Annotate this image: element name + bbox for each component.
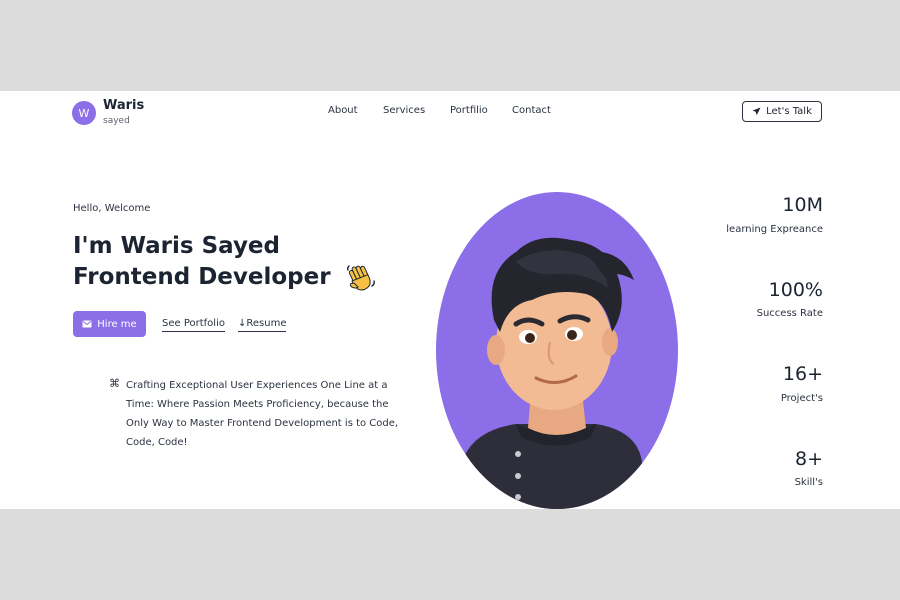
nav-item-contact[interactable]: Contact xyxy=(512,105,551,116)
hire-me-label: Hire me xyxy=(97,318,137,330)
stat-value-experience: 10M xyxy=(782,194,823,216)
nav-item-portfolio[interactable]: Portfilio xyxy=(450,105,488,116)
lets-talk-button[interactable]: Let's Talk xyxy=(742,101,822,122)
resume-label: Resume xyxy=(246,318,287,329)
stat-value-projects: 16+ xyxy=(782,363,823,385)
brand-name[interactable]: Waris xyxy=(103,98,144,113)
nav-item-services[interactable]: Services xyxy=(383,105,425,116)
stat-label-experience: learning Expreance xyxy=(726,224,823,235)
page: W Waris sayed About Services Portfilio C… xyxy=(0,91,900,509)
headline-line-2-row: Frontend Developer xyxy=(73,262,377,293)
waving-hand-icon xyxy=(346,264,375,290)
greeting: Hello, Welcome xyxy=(73,203,151,214)
logo-initial: W xyxy=(78,106,90,120)
headline: I'm Waris Sayed Frontend Developer xyxy=(73,231,377,293)
hire-me-button[interactable]: Hire me xyxy=(73,311,146,337)
lets-talk-label: Let's Talk xyxy=(766,106,812,117)
send-icon xyxy=(752,107,761,116)
stat-value-success: 100% xyxy=(768,279,823,301)
resume-link[interactable]: ↓Resume xyxy=(238,318,287,332)
tagline: Crafting Exceptional User Experiences On… xyxy=(126,380,399,448)
see-portfolio-link[interactable]: See Portfolio xyxy=(162,318,225,332)
stat-label-projects: Project's xyxy=(780,393,823,404)
stat-value-skills: 8+ xyxy=(794,448,823,470)
command-icon: ⌘ xyxy=(109,377,120,390)
stat-label-skills: Skill's xyxy=(794,477,823,488)
headline-line-2: Frontend Developer xyxy=(73,264,331,290)
brand-subtitle: sayed xyxy=(103,116,130,126)
logo-avatar[interactable]: W xyxy=(72,101,96,125)
mail-icon xyxy=(82,320,92,328)
avatar-portrait xyxy=(436,192,678,509)
nav-item-about[interactable]: About xyxy=(328,105,358,116)
headline-line-1: I'm Waris Sayed xyxy=(73,233,280,259)
stat-label-success: Success Rate xyxy=(756,308,823,319)
